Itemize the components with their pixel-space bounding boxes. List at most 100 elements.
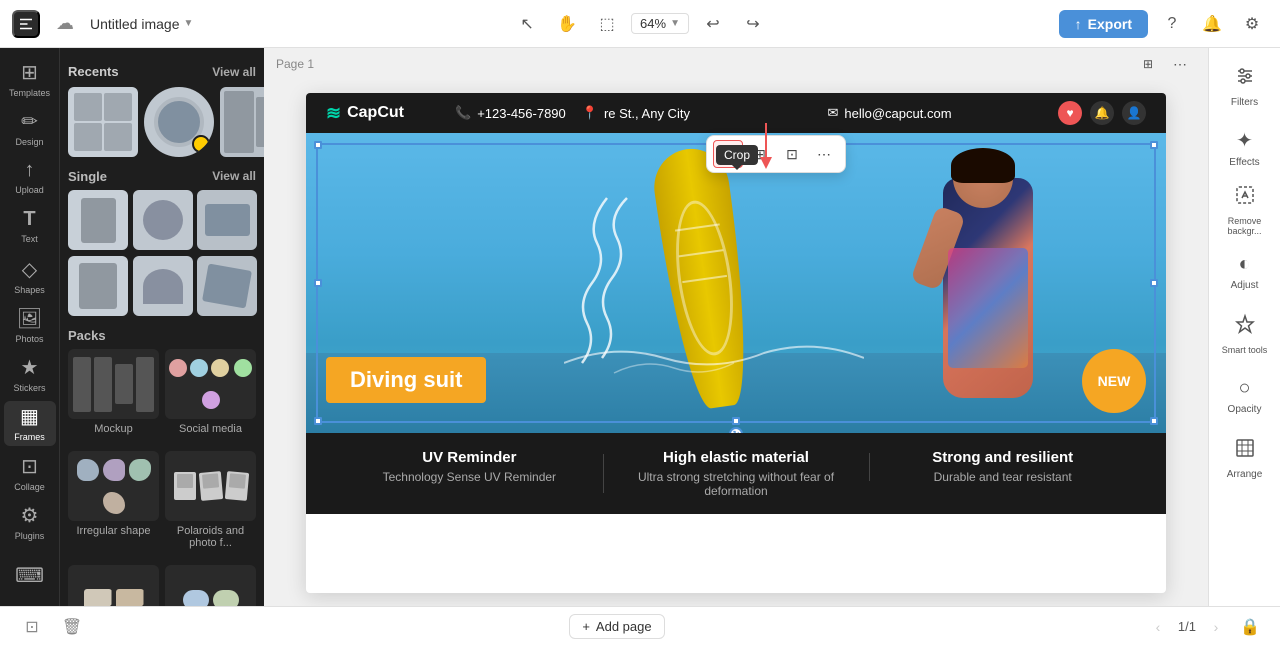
keyboard-shortcuts-button[interactable]: ⌨ (4, 553, 56, 598)
filters-label: Filters (1231, 97, 1258, 108)
right-item-smart-tools[interactable]: Smart tools (1213, 304, 1277, 364)
bell-icon[interactable]: 🔔 (1090, 101, 1114, 125)
bottom-left: ⊡ 🗑 (16, 611, 88, 643)
zoom-dropdown-icon: ▼ (670, 18, 680, 29)
canvas-page: Crop (306, 93, 1166, 593)
sidebar-item-frames[interactable]: ▦ Frames (4, 401, 56, 446)
help-button[interactable]: ? (1156, 8, 1188, 40)
single-view-all[interactable]: View all (212, 169, 256, 184)
phone-contact: 📞 +123-456-7890 (455, 105, 566, 121)
pack-polaroids[interactable]: Polaroids and photo f... (165, 451, 256, 549)
address-text: re St., Any City (604, 106, 690, 121)
recent-thumb-2[interactable] (144, 87, 214, 157)
canvas-scroll[interactable]: Crop (264, 80, 1208, 606)
sidebar-item-templates[interactable]: ⊞ Templates (4, 56, 56, 101)
canvas-toolbar: Page 1 ⊞ ⋯ (264, 48, 1208, 80)
more-button[interactable]: ⋯ (809, 140, 839, 168)
sidebar-item-stickers[interactable]: ★ Stickers (4, 352, 56, 397)
redo-button[interactable]: ↪ (737, 8, 769, 40)
lock-button[interactable]: 🔒 (1236, 613, 1264, 641)
single-frame-5[interactable] (133, 256, 193, 316)
copy-button[interactable]: ⊡ (777, 140, 807, 168)
right-item-effects[interactable]: ✦ Effects (1213, 118, 1277, 178)
single-section-header: Single View all (68, 169, 256, 184)
single-frame-1[interactable] (68, 190, 128, 250)
footer-item-2: High elastic material Ultra strong stret… (603, 449, 870, 498)
right-item-opacity[interactable]: ○ Opacity (1213, 366, 1277, 426)
pack-mockup[interactable]: Mockup (68, 349, 159, 435)
frames-label: Frames (14, 432, 45, 442)
sidebar-item-design[interactable]: ✏ Design (4, 105, 56, 150)
heart-icon[interactable]: ♥ (1058, 101, 1082, 125)
hand-tool-button[interactable]: ✋ (551, 8, 583, 40)
recent-thumb-3[interactable] (220, 87, 264, 157)
page-options-button[interactable]: ⋯ (1164, 48, 1196, 80)
sidebar-item-plugins[interactable]: ⚙ Plugins (4, 499, 56, 544)
arrange-icon (1234, 437, 1256, 465)
add-page-button[interactable]: + Add page (569, 614, 664, 639)
mockup-label: Mockup (68, 423, 159, 435)
notifications-button[interactable]: 🔔 (1196, 8, 1228, 40)
opacity-label: Opacity (1228, 404, 1262, 415)
next-page-button[interactable]: › (1204, 615, 1228, 639)
single-frame-3[interactable] (197, 190, 257, 250)
email-area: ✉ hello@capcut.com (741, 105, 1038, 121)
canvas-area: Page 1 ⊞ ⋯ Crop (264, 48, 1208, 606)
templates-icon: ⊞ (21, 60, 38, 85)
single-frame-6[interactable] (197, 256, 257, 316)
design-icon: ✏ (21, 109, 38, 134)
pack-speech-balloons[interactable]: Speech balloons (165, 565, 256, 606)
smart-tools-label: Smart tools (1222, 345, 1268, 355)
email-icon: ✉ (827, 105, 838, 121)
undo-button[interactable]: ↩ (697, 8, 729, 40)
page-fit-button[interactable]: ⊞ (1132, 48, 1164, 80)
topbar-right-controls: ↑ Export ? 🔔 ⚙ (1059, 8, 1268, 40)
pack-torn-paper[interactable]: Torn paper (68, 565, 159, 606)
recents-view-all[interactable]: View all (212, 65, 256, 79)
dropdown-arrow-icon: ▼ (184, 18, 194, 29)
delete-page-button[interactable]: 🗑 (56, 611, 88, 643)
brand-logo: ≋ CapCut (326, 103, 404, 124)
bottom-center: + Add page (96, 614, 1138, 639)
address-contact: 📍 re St., Any City (582, 105, 690, 121)
photos-label: Photos (15, 334, 43, 344)
select-tool-button[interactable]: ↖ (511, 8, 543, 40)
adjust-icon: ◐ (1238, 253, 1250, 276)
single-frame-4[interactable] (68, 256, 128, 316)
logo-button[interactable] (12, 10, 40, 38)
frame-tool-button[interactable]: ⬚ (591, 8, 623, 40)
pack-social-media[interactable]: Social media (165, 349, 256, 435)
brand-name: CapCut (347, 104, 404, 122)
right-item-adjust[interactable]: ◐ Adjust (1213, 242, 1277, 302)
recents-grid: › (68, 87, 256, 157)
filters-icon (1234, 65, 1256, 93)
grid-button[interactable]: ⊞ (745, 140, 775, 168)
copy-page-button[interactable]: ⊡ (16, 611, 48, 643)
export-button[interactable]: ↑ Export (1059, 10, 1148, 38)
collage-icon: ⊡ (21, 454, 38, 479)
avatar-icon[interactable]: 👤 (1122, 101, 1146, 125)
right-item-remove-bg[interactable]: Remove backgr... (1213, 180, 1277, 240)
export-label: Export (1088, 16, 1132, 32)
sidebar-item-upload[interactable]: ↑ Upload (4, 155, 56, 200)
sidebar-item-text[interactable]: T Text (4, 204, 56, 249)
pack-irregular[interactable]: Irregular shape (68, 451, 159, 549)
new-badge: NEW (1082, 349, 1146, 413)
sidebar-item-photos[interactable]: 🖼 Photos (4, 302, 56, 347)
sidebar-item-collage[interactable]: ⊡ Collage (4, 450, 56, 495)
bottom-bar: ⊡ 🗑 + Add page ‹ 1/1 › 🔒 (0, 606, 1280, 646)
right-item-arrange[interactable]: Arrange (1213, 428, 1277, 488)
design-image-section: ↻ Diving suit NEW (306, 133, 1166, 433)
zoom-control[interactable]: 64% ▼ (631, 13, 689, 34)
packs-title: Packs (68, 328, 106, 343)
crop-button[interactable] (713, 140, 743, 168)
design-header: ≋ CapCut 📞 +123-456-7890 📍 re St., Any C… (306, 93, 1166, 133)
single-frame-2[interactable] (133, 190, 193, 250)
recent-thumb-1[interactable] (68, 87, 138, 157)
sidebar-item-shapes[interactable]: ◇ Shapes (4, 253, 56, 298)
right-item-filters[interactable]: Filters (1213, 56, 1277, 116)
settings-button[interactable]: ⚙ (1236, 8, 1268, 40)
doc-title-button[interactable]: Untitled image ▼ (82, 12, 201, 36)
prev-page-button[interactable]: ‹ (1146, 615, 1170, 639)
keyboard-icon: ⌨ (15, 563, 44, 588)
